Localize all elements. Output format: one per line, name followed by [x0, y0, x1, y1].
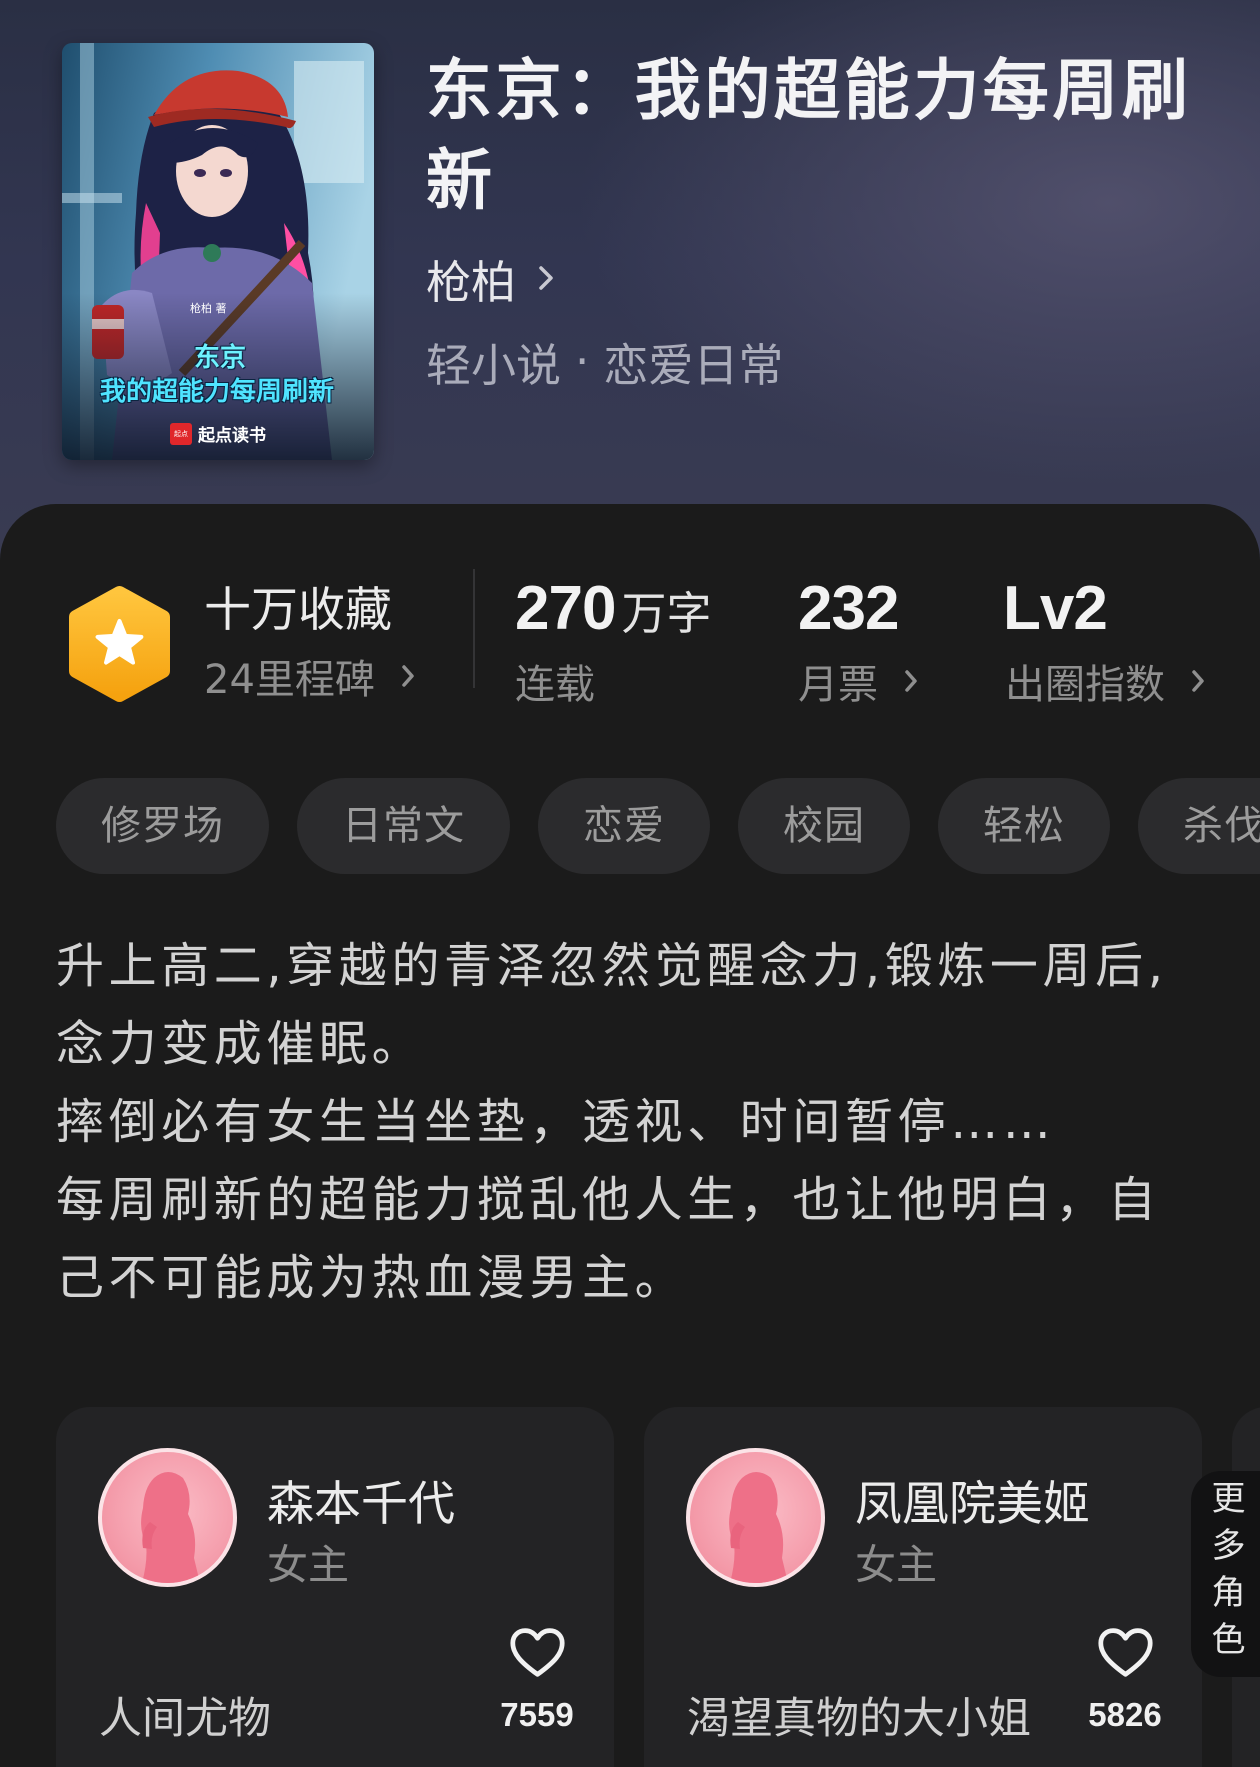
genre-subcategory: 恋爱日常 — [603, 338, 784, 392]
avatar — [98, 1448, 237, 1587]
monthly-ticket[interactable]: 232 — [798, 573, 899, 645]
chevron-right-icon — [1192, 670, 1204, 692]
synopsis-line: 己不可能成为热血漫男主。 — [56, 1250, 688, 1306]
more-characters-label: 更多角色 — [1205, 1480, 1245, 1668]
synopsis-line: 念力变成催眠。 — [56, 1016, 425, 1072]
word-count: 270 万字 — [515, 573, 711, 645]
character-card[interactable]: 凤凰院美姬 女主 渴望真物的大小姐 5826 — [644, 1407, 1202, 1767]
synopsis-line: 升上高二,穿越的青泽忽然觉醒念力,锻炼一周后, — [56, 938, 1168, 994]
synopsis: 升上高二,穿越的青泽忽然觉醒念力,锻炼一周后, 念力变成催眠。 摔倒必有女生当坐… — [56, 927, 1168, 1317]
genre-category: 轻小说 — [426, 338, 562, 392]
tag-chip[interactable]: 校园 — [738, 778, 910, 874]
character-name: 凤凰院美姬 — [855, 1477, 1090, 1532]
author-link[interactable]: 枪柏 — [426, 250, 554, 309]
cover-title-line1: 东京 — [193, 343, 246, 373]
heart-icon[interactable] — [1097, 1626, 1154, 1679]
character-tagline: 渴望真物的大小姐 — [687, 1694, 1031, 1744]
character-tagline: 人间尤物 — [99, 1694, 271, 1744]
milestone-link[interactable]: 24里程碑 — [204, 651, 415, 703]
serial-status: 连载 — [515, 662, 595, 708]
influence[interactable]: Lv2 — [1003, 573, 1108, 645]
like-count: 7559 — [500, 1696, 574, 1733]
cover-publisher: 起点 起点读书 — [62, 421, 374, 446]
monthly-ticket-link[interactable]: 月票 — [798, 656, 918, 708]
stats-divider — [473, 569, 475, 688]
monthly-ticket-label: 月票 — [798, 662, 878, 708]
cover-title-line2: 我的超能力每周刷新 — [99, 377, 334, 407]
more-characters-button[interactable]: 更多角色 — [1191, 1471, 1260, 1677]
influence-label: 出圈指数 — [1005, 662, 1165, 708]
chevron-right-icon — [905, 670, 917, 692]
synopsis-line: 摔倒必有女生当坐垫，透视、时间暂停…… — [56, 1094, 1056, 1150]
tag-chip[interactable]: 杀伐果 — [1138, 778, 1260, 874]
collection-label[interactable]: 十万收藏 — [204, 584, 392, 638]
character-role: 女主 — [267, 1541, 349, 1589]
book-title: 东京：我的超能力每周刷新 — [426, 51, 1192, 219]
chevron-right-icon — [402, 665, 414, 687]
tag-chip[interactable]: 日常文 — [297, 778, 510, 874]
tag-chip[interactable]: 恋爱 — [538, 778, 710, 874]
author-name: 枪柏 — [426, 255, 517, 309]
influence-value: Lv2 — [1003, 574, 1108, 643]
influence-link[interactable]: 出圈指数 — [1005, 656, 1205, 708]
avatar — [686, 1448, 825, 1587]
character-name: 森本千代 — [267, 1477, 455, 1532]
heart-icon[interactable] — [509, 1626, 566, 1679]
character-list: 森本千代 女主 人间尤物 7559 凤凰院美姬 女主 渴望真物的大小姐 5826 — [56, 1407, 1260, 1767]
tag-list: 修罗场 日常文 恋爱 校园 轻松 杀伐果 — [56, 778, 1260, 874]
word-count-value: 270 — [515, 574, 616, 643]
word-count-unit: 万字 — [621, 587, 712, 640]
publisher-name: 起点读书 — [198, 426, 266, 446]
like-count: 5826 — [1088, 1696, 1162, 1733]
tag-chip[interactable]: 修罗场 — [56, 778, 269, 874]
cover-author-credit: 枪柏 著 — [190, 302, 227, 315]
female-silhouette-icon — [141, 1472, 200, 1583]
character-role: 女主 — [855, 1541, 937, 1589]
chevron-right-icon — [539, 266, 553, 290]
character-card[interactable]: 森本千代 女主 人间尤物 7559 — [56, 1407, 614, 1767]
monthly-ticket-value: 232 — [798, 574, 899, 643]
genre-separator: · — [575, 334, 590, 388]
book-genre: 轻小说 · 恋爱日常 — [426, 333, 783, 392]
tag-chip[interactable]: 轻松 — [938, 778, 1110, 874]
female-silhouette-icon — [729, 1472, 788, 1583]
book-cover[interactable]: 枪柏 著 东京 我的超能力每周刷新 起点 起点读书 — [62, 43, 374, 460]
synopsis-line: 每周刷新的超能力搅乱他人生，也让他明白，自 — [56, 1172, 1161, 1228]
star-hexagon-icon[interactable] — [64, 583, 175, 705]
milestone-label: 24里程碑 — [204, 657, 375, 703]
publisher-logo: 起点 — [170, 422, 192, 445]
